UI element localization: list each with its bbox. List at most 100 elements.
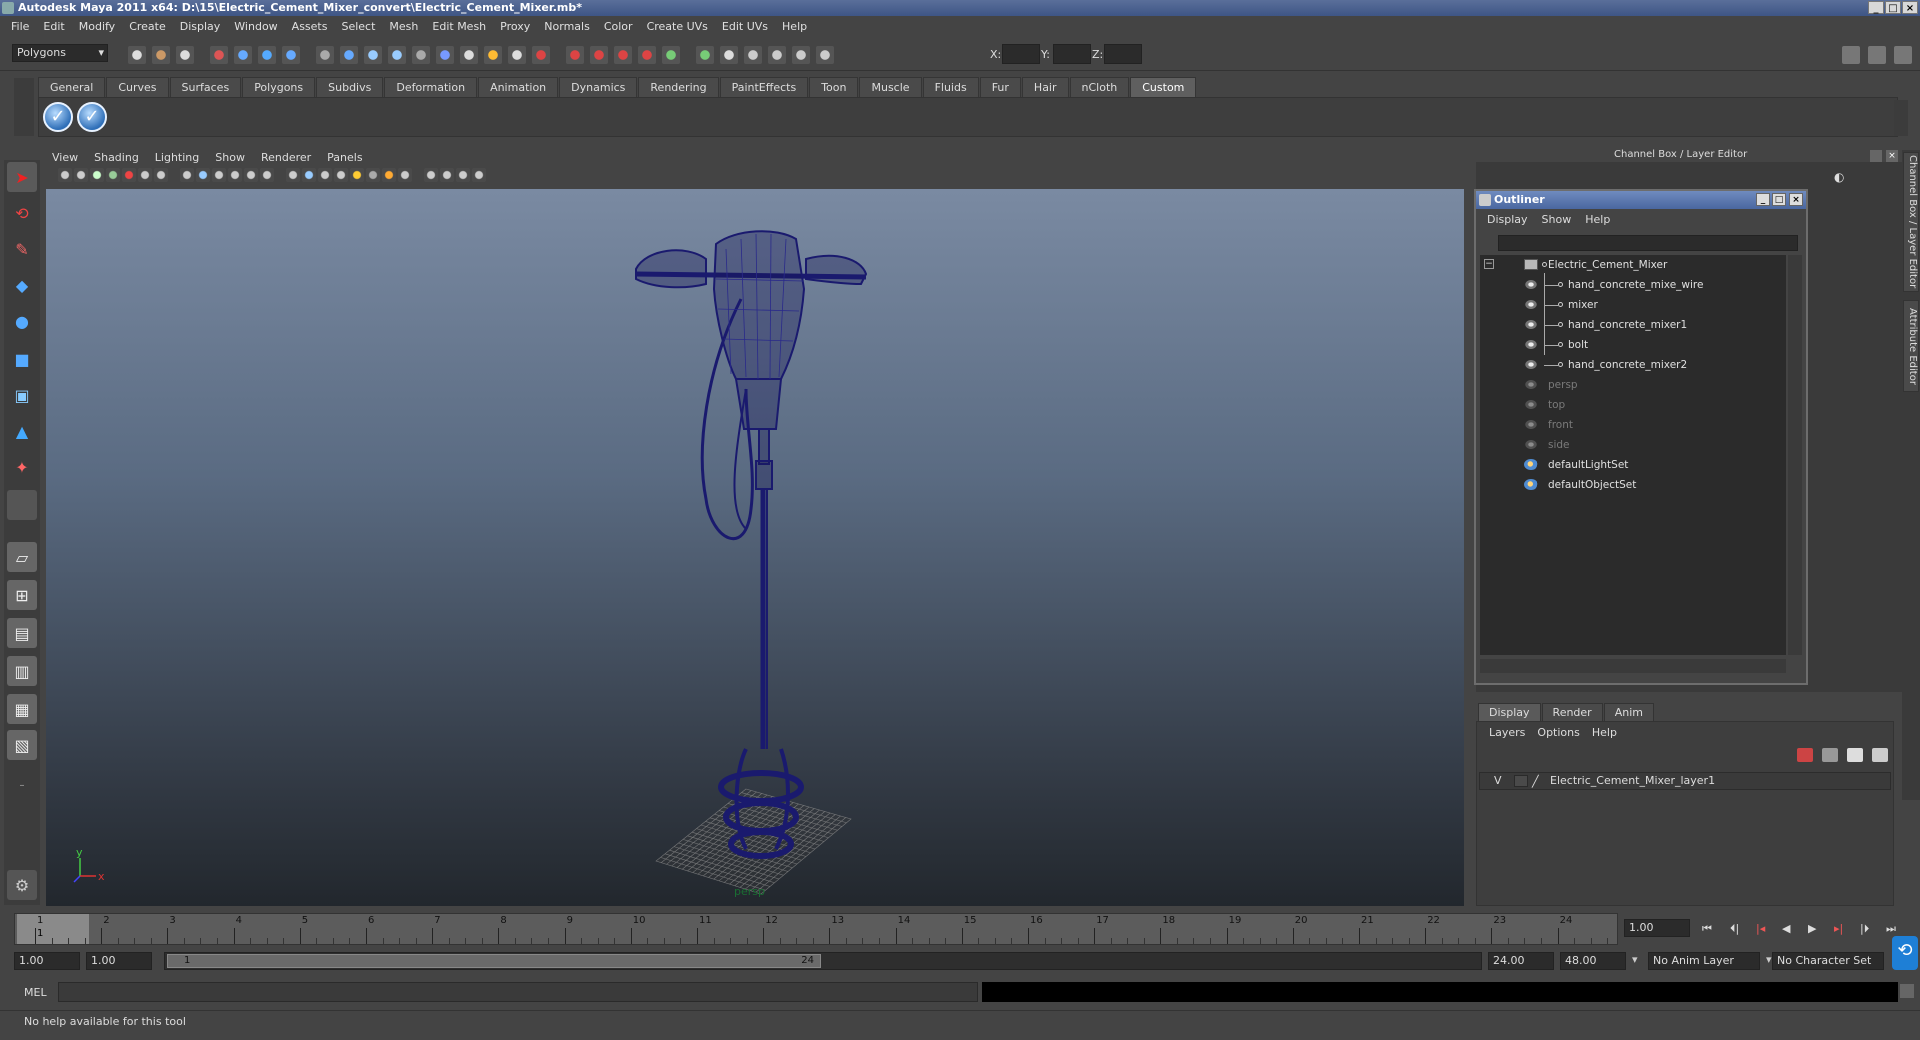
wireframe-icon[interactable] [286, 168, 300, 182]
outliner-item[interactable]: front [1480, 417, 1780, 433]
mel-command-input[interactable] [58, 982, 978, 1002]
panel-menu-shading[interactable]: Shading [86, 151, 147, 164]
field-chart-icon[interactable] [228, 168, 242, 182]
select-component-icon[interactable] [258, 46, 276, 64]
lasso-tool-icon[interactable]: ⟲ [7, 198, 37, 228]
lights-icon[interactable] [744, 46, 762, 64]
layer-row[interactable]: V ╱ Electric_Cement_Mixer_layer1 [1479, 772, 1891, 790]
grid-toggle-icon[interactable] [154, 168, 168, 182]
panel-menu-renderer[interactable]: Renderer [253, 151, 319, 164]
input-ops-icon[interactable] [460, 46, 478, 64]
snap-point-icon[interactable] [388, 46, 406, 64]
chevron-down-icon[interactable]: ▾ [1632, 953, 1638, 966]
shelf-tab-general[interactable]: General [38, 77, 106, 97]
persp-outliner-layout-icon[interactable]: ▤ [7, 618, 37, 648]
layout-options-icon[interactable]: – [7, 770, 37, 800]
lock-selection-icon[interactable] [282, 46, 300, 64]
playback-start-field[interactable]: 1.00 [86, 952, 152, 970]
film-gate-icon[interactable] [180, 168, 194, 182]
shelf-tab-surfaces[interactable]: Surfaces [169, 77, 242, 97]
panel-menu-show[interactable]: Show [207, 151, 253, 164]
rotate-tool-icon[interactable]: ● [7, 306, 37, 336]
safe-title-icon[interactable] [260, 168, 274, 182]
menu-edit-uvs[interactable]: Edit UVs [715, 20, 775, 33]
outliner-item[interactable]: top [1480, 397, 1780, 413]
menu-color[interactable]: Color [597, 20, 640, 33]
panel-menu-lighting[interactable]: Lighting [147, 151, 207, 164]
hypershade-layout-icon[interactable]: ▦ [7, 694, 37, 724]
smooth-shade-icon[interactable] [302, 168, 316, 182]
shelf-tab-custom[interactable]: Custom [1130, 77, 1197, 97]
perspective-viewport[interactable]: y x persp [46, 189, 1464, 906]
range-slider-handle[interactable]: 1 24 [167, 954, 821, 968]
menu-mesh[interactable]: Mesh [382, 20, 425, 33]
outliner-horizontal-scrollbar[interactable] [1480, 659, 1786, 673]
shelf-tab-hair[interactable]: Hair [1021, 77, 1069, 97]
bookmarks-icon[interactable] [90, 168, 104, 182]
range-slider-track[interactable]: 1 24 [164, 952, 1482, 970]
new-layer-icon[interactable] [1847, 748, 1863, 762]
shelf-tab-rendering[interactable]: Rendering [638, 77, 719, 97]
outliner-item[interactable]: defaultLightSet [1480, 457, 1780, 473]
go-to-start-icon[interactable]: ⏮ [1702, 922, 1712, 936]
select-camera-icon[interactable] [58, 168, 72, 182]
persp-graph-hypershade-layout-icon[interactable]: ▧ [7, 730, 37, 760]
shading-icon[interactable] [768, 46, 786, 64]
misc-icon[interactable] [816, 46, 834, 64]
snap-toggle-icon[interactable]: ⚙ [7, 870, 37, 900]
camera-icon[interactable] [720, 46, 738, 64]
outliner-item[interactable]: hand_concrete_mixer2 [1480, 357, 1780, 373]
new-scene-icon[interactable] [128, 46, 146, 64]
outliner-minimize-button[interactable]: _ [1756, 193, 1770, 206]
show-ui-icon[interactable] [662, 46, 680, 64]
outliner-item[interactable]: hand_concrete_mixer1 [1480, 317, 1780, 333]
step-forward-frame-icon[interactable]: ▸| [1834, 922, 1843, 935]
shadows-icon[interactable] [382, 168, 396, 182]
menu-normals[interactable]: Normals [537, 20, 597, 33]
menu-select[interactable]: Select [334, 20, 382, 33]
use-all-lights-icon[interactable] [366, 168, 380, 182]
panel-menu-view[interactable]: View [44, 151, 86, 164]
time-slider[interactable]: 1 1 2 3 4 5 6 7 8 9 10 11 12 13 14 15 16 17 18 19 20 21 22 23 2… [14, 913, 1618, 945]
play-backward-icon[interactable]: ◀ [1782, 922, 1790, 935]
layer-tab-render[interactable]: Render [1541, 703, 1603, 721]
scale-tool-icon[interactable]: ■ [7, 344, 37, 374]
layer-new-from-selection-icon[interactable] [1797, 748, 1813, 762]
persp-graph-layout-icon[interactable]: ▥ [7, 656, 37, 686]
outliner-menu-show[interactable]: Show [1535, 213, 1579, 226]
y-input[interactable] [1053, 44, 1091, 64]
layer-visibility-toggle[interactable]: V [1494, 774, 1502, 787]
maximize-button[interactable]: □ [1885, 1, 1901, 14]
menu-edit[interactable]: Edit [36, 20, 71, 33]
paint-select-tool-icon[interactable]: ✎ [7, 234, 37, 264]
shelf-tab-curves[interactable]: Curves [106, 77, 169, 97]
tab-attribute-editor[interactable]: Attribute Editor [1903, 300, 1919, 392]
outliner-close-button[interactable]: × [1789, 193, 1803, 206]
show-manipulator-icon[interactable]: ✦ [7, 452, 37, 482]
textured-icon[interactable] [350, 168, 364, 182]
outliner-item[interactable]: hand_concrete_mixe_wire [1480, 277, 1780, 293]
last-tool-slot-icon[interactable] [7, 490, 37, 520]
outliner-item[interactable]: defaultObjectSet [1480, 477, 1780, 493]
xray-icon[interactable] [334, 168, 348, 182]
layer-tab-anim[interactable]: Anim [1603, 703, 1654, 721]
outliner-vertical-scrollbar[interactable] [1788, 255, 1802, 655]
universal-manipulator-icon[interactable]: ▣ [7, 380, 37, 410]
panel-menu-panels[interactable]: Panels [319, 151, 370, 164]
shelf-tab-toon[interactable]: Toon [809, 77, 859, 97]
render-settings-icon[interactable] [590, 46, 608, 64]
shelf-tab-animation[interactable]: Animation [478, 77, 559, 97]
channel-box-tool-icon[interactable]: ◐ [1834, 170, 1848, 184]
script-editor-icon[interactable] [1900, 984, 1914, 998]
z-input[interactable] [1104, 44, 1142, 64]
soft-modification-icon[interactable]: ▲ [7, 416, 37, 446]
menu-file[interactable]: File [4, 20, 36, 33]
tab-channel-box-layer-editor[interactable]: Channel Box / Layer Editor [1903, 152, 1919, 292]
step-forward-key-icon[interactable]: |⏵ [1860, 922, 1869, 936]
two-d-pan-icon[interactable] [122, 168, 136, 182]
shelf-tab-deformation[interactable]: Deformation [384, 77, 478, 97]
go-to-end-icon[interactable]: ⏭ [1886, 922, 1896, 936]
outliner-item[interactable]: persp [1480, 377, 1780, 393]
shelf-tab-fluids[interactable]: Fluids [922, 77, 979, 97]
menuset-dropdown[interactable]: Polygons ▾ [12, 44, 108, 62]
